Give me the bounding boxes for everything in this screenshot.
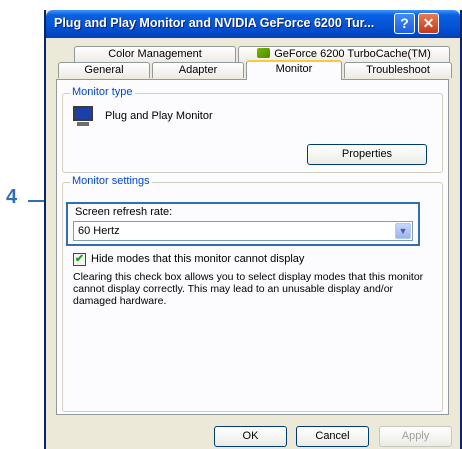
apply-button[interactable]: Apply: [379, 426, 452, 447]
display-properties-dialog: Plug and Play Monitor and NVIDIA GeForce…: [44, 10, 462, 449]
cancel-button[interactable]: Cancel: [296, 426, 369, 447]
tab-label: Troubleshoot: [366, 64, 430, 76]
monitor-icon: [73, 106, 93, 128]
hide-modes-checkbox[interactable]: ✔: [73, 253, 86, 266]
monitor-type-group: Monitor type Plug and Play Monitor Prope…: [62, 86, 443, 173]
tab-label: Color Management: [108, 48, 202, 60]
title-bar[interactable]: Plug and Play Monitor and NVIDIA GeForce…: [46, 10, 460, 38]
close-button[interactable]: ✕: [418, 13, 439, 34]
tab-label: General: [84, 64, 124, 76]
refresh-rate-value: 60 Hertz: [78, 225, 120, 237]
hide-modes-label[interactable]: Hide modes that this monitor cannot disp…: [91, 253, 304, 265]
monitor-type-legend: Monitor type: [70, 86, 135, 98]
chevron-down-icon[interactable]: ▼: [395, 223, 411, 239]
nvidia-icon: [257, 48, 271, 58]
refresh-rate-label: Screen refresh rate:: [75, 206, 173, 218]
properties-button[interactable]: Properties: [307, 144, 427, 165]
tab-color-management[interactable]: Color Management: [74, 46, 236, 62]
window-title: Plug and Play Monitor and NVIDIA GeForce…: [54, 16, 375, 30]
ok-button[interactable]: OK: [214, 426, 287, 447]
tab-troubleshoot[interactable]: Troubleshoot: [344, 62, 452, 78]
tab-label: Monitor: [275, 63, 313, 75]
monitor-name: Plug and Play Monitor: [105, 110, 213, 122]
help-button[interactable]: ?: [394, 13, 415, 34]
tab-monitor[interactable]: Monitor: [246, 60, 342, 80]
tab-adapter[interactable]: Adapter: [152, 62, 244, 78]
step-number-callout: 4: [6, 186, 18, 208]
refresh-rate-select[interactable]: 60 Hertz ▼: [73, 221, 413, 241]
tab-label: Adapter: [178, 64, 218, 76]
monitor-tab-panel: Monitor type Plug and Play Monitor Prope…: [56, 79, 449, 415]
tab-row-bottom: General Adapter Monitor Troubleshoot: [56, 60, 452, 80]
warning-note: Clearing this check box allows you to se…: [73, 271, 424, 307]
monitor-settings-legend: Monitor settings: [70, 175, 152, 187]
tab-label: GeForce 6200 TurboCache(TM): [274, 48, 431, 60]
tab-general[interactable]: General: [58, 62, 150, 78]
monitor-settings-group: Monitor settings Screen refresh rate: 60…: [62, 175, 443, 412]
